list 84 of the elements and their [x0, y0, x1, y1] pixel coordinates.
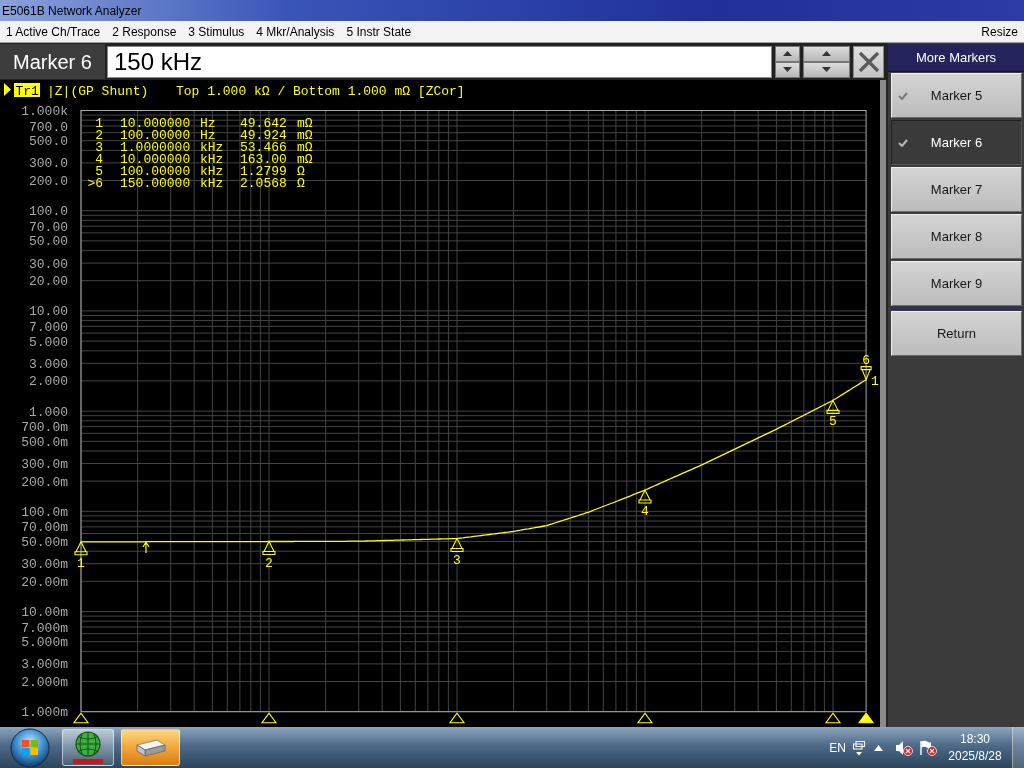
up-triangle-icon — [874, 744, 883, 751]
axis-label: 20.00m — [21, 574, 68, 590]
axis-label: 300.0m — [21, 457, 68, 472]
caret-down-icon — [822, 67, 831, 72]
step-up-button[interactable] — [775, 45, 800, 62]
axis-label: 50.00 — [29, 234, 68, 250]
axis-label: 5.000m — [21, 635, 68, 651]
axis-label: 30.00 — [29, 256, 68, 272]
return-button[interactable]: Return — [891, 311, 1022, 356]
caret-up-icon — [822, 51, 831, 56]
caret-up-icon — [783, 51, 792, 56]
softkey-button[interactable]: Marker 7 — [891, 167, 1022, 212]
flag-error-icon — [919, 739, 937, 756]
axis-label: 10.00 — [29, 304, 68, 320]
trace-tag: Tr1 — [14, 83, 40, 99]
drive-icon — [135, 738, 166, 757]
marker-label: 2 — [265, 555, 273, 571]
circle-grid-icon — [72, 731, 104, 764]
softkey-button[interactable]: Marker 9 — [891, 261, 1022, 306]
axis-label: 5.000 — [29, 334, 68, 350]
axis-label: 2.000 — [29, 374, 68, 390]
trace-format: |Z|(GP Shunt) — [47, 83, 149, 99]
clock-date[interactable]: 2025/8/28 — [948, 747, 1002, 765]
axis-label: 200.0m — [21, 474, 68, 490]
axis-label: 10.00m — [21, 605, 68, 620]
softkey-button[interactable]: Marker 5 — [891, 73, 1022, 118]
axis-label: 1.000 — [29, 404, 68, 420]
menu-item[interactable]: 5 Instr State — [340, 21, 418, 42]
axis-label: 100.0m — [21, 504, 68, 520]
action-center-button[interactable] — [919, 739, 937, 756]
taskbar-app-button[interactable] — [121, 729, 180, 766]
close-icon — [857, 50, 880, 73]
menu-item[interactable]: 2 Response — [106, 21, 183, 42]
clock-time[interactable]: 18:30 — [960, 730, 990, 748]
axis-label: 1.000m — [21, 705, 68, 721]
axis-label: 2.000m — [21, 675, 68, 691]
axis-label: 500.0 — [29, 134, 68, 150]
marker-label: 4 — [641, 504, 649, 520]
caret-down-icon — [783, 67, 792, 72]
axis-label: 500.0m — [21, 434, 68, 450]
step-up-button[interactable] — [803, 45, 850, 62]
start-orb-icon — [10, 727, 50, 768]
resize-button[interactable]: Resize — [975, 21, 1024, 42]
window-switch-icon — [852, 739, 866, 756]
axis-label: 30.00m — [21, 557, 68, 573]
axis-label: 7.000 — [29, 319, 68, 335]
softkey-button[interactable]: Marker 6 — [891, 120, 1022, 165]
marker-label: 6 — [862, 353, 870, 369]
marker-label: 1 — [77, 555, 85, 571]
show-hidden-icons-button[interactable] — [874, 744, 883, 751]
menu-item[interactable]: 3 Stimulus — [182, 21, 251, 42]
marker-label: 5 — [829, 414, 837, 430]
volume-button[interactable] — [895, 739, 913, 756]
menu-item[interactable]: 1 Active Ch/Trace — [0, 21, 107, 42]
language-indicator[interactable]: EN — [829, 738, 846, 757]
axis-label: 20.00 — [29, 274, 68, 290]
show-desktop-button[interactable] — [1012, 727, 1024, 768]
axis-label: 50.00m — [21, 534, 68, 550]
trace-number-label: 1 — [871, 374, 879, 390]
axis-label: 70.00 — [29, 219, 68, 235]
tray-icon-button[interactable] — [852, 739, 866, 756]
taskbar-app-button[interactable] — [62, 729, 114, 766]
menu-item[interactable]: 4 Mkr/Analysis — [250, 21, 341, 42]
axis-label: 700.0 — [29, 119, 68, 135]
axis-label: 100.0 — [29, 204, 68, 220]
axis-label: 3.000 — [29, 356, 68, 372]
axis-label: 3.000m — [21, 657, 68, 673]
up-arrow-icon — [142, 541, 150, 554]
field-label: Marker 6 — [0, 44, 105, 79]
start-button[interactable] — [10, 727, 50, 768]
speaker-muted-icon — [895, 739, 913, 756]
window-title: E5061B Network Analyzer — [2, 2, 142, 20]
axis-label: 7.000m — [21, 620, 68, 636]
axis-label: 200.0 — [29, 174, 68, 190]
axis-label: 70.00m — [21, 520, 68, 536]
value-field[interactable]: 150 kHz — [107, 45, 772, 78]
axis-label: 300.0 — [29, 156, 68, 172]
close-button[interactable] — [853, 45, 884, 78]
marker-label: 3 — [453, 552, 461, 568]
softkey-title: More Markers — [888, 44, 1024, 72]
scale-readout: Top 1.000 kΩ / Bottom 1.000 mΩ [ZCor] — [176, 83, 465, 99]
axis-label: 1.000k — [21, 104, 68, 119]
softkey-button[interactable]: Marker 8 — [891, 214, 1022, 259]
axis-label: 700.0m — [21, 420, 68, 436]
